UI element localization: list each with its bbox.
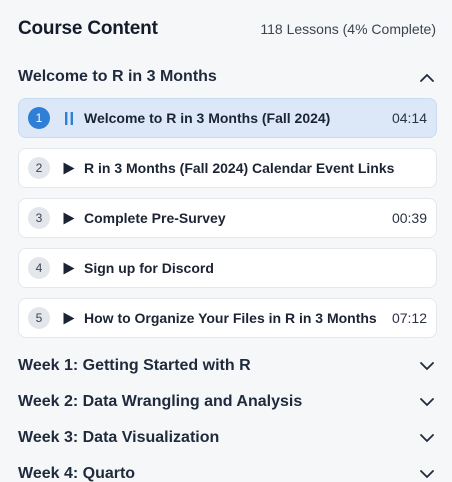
panel-header: Course Content 118 Lessons (4% Complete) (18, 0, 437, 60)
lesson-title: R in 3 Months (Fall 2024) Calendar Event… (84, 160, 395, 176)
play-icon[interactable] (62, 311, 76, 325)
chevron-down-icon[interactable] (419, 466, 435, 482)
lesson-number: 3 (28, 207, 50, 229)
lesson-number: 2 (28, 157, 50, 179)
section-title: Week 4: Quarto (18, 465, 136, 482)
section-header-week-1[interactable]: Week 1: Getting Started with R (18, 348, 437, 384)
section-header-welcome[interactable]: Welcome to R in 3 Months (18, 60, 437, 94)
play-icon[interactable] (62, 161, 76, 175)
lesson-duration: 00:39 (391, 210, 427, 226)
chevron-down-icon[interactable] (419, 394, 435, 410)
section-list: Week 1: Getting Started with R Week 2: D… (18, 348, 437, 482)
lesson-item[interactable]: 2 R in 3 Months (Fall 2024) Calendar Eve… (18, 148, 437, 188)
section-title: Week 2: Data Wrangling and Analysis (18, 393, 303, 410)
lesson-title: How to Organize Your Files in R in 3 Mon… (84, 310, 377, 326)
section-header-week-3[interactable]: Week 3: Data Visualization (18, 420, 437, 456)
lesson-duration: 07:12 (391, 310, 427, 326)
chevron-down-icon[interactable] (419, 430, 435, 446)
section-title: Welcome to R in 3 Months (18, 68, 217, 85)
lesson-item[interactable]: 5 How to Organize Your Files in R in 3 M… (18, 298, 437, 338)
lesson-duration: 04:14 (391, 110, 427, 126)
lesson-title: Complete Pre-Survey (84, 210, 226, 226)
section-title: Week 1: Getting Started with R (18, 357, 251, 374)
lesson-title: Welcome to R in 3 Months (Fall 2024) (84, 110, 331, 126)
lesson-number: 1 (28, 107, 50, 129)
lesson-list: 1 Welcome to R in 3 Months (Fall 2024) 0… (18, 98, 437, 338)
lesson-title: Sign up for Discord (84, 260, 214, 276)
panel-title: Course Content (18, 18, 158, 39)
course-content-panel: Course Content 118 Lessons (4% Complete)… (0, 0, 452, 482)
chevron-down-icon[interactable] (419, 358, 435, 374)
section-header-week-2[interactable]: Week 2: Data Wrangling and Analysis (18, 384, 437, 420)
chevron-up-icon[interactable] (419, 69, 435, 85)
section-title: Week 3: Data Visualization (18, 429, 220, 446)
pause-icon[interactable] (62, 111, 76, 125)
lesson-number: 5 (28, 307, 50, 329)
lesson-item[interactable]: 3 Complete Pre-Survey 00:39 (18, 198, 437, 238)
play-icon[interactable] (62, 261, 76, 275)
course-progress: 118 Lessons (4% Complete) (260, 21, 436, 37)
section-header-week-4[interactable]: Week 4: Quarto (18, 456, 437, 482)
lesson-number: 4 (28, 257, 50, 279)
play-icon[interactable] (62, 211, 76, 225)
lesson-item[interactable]: 1 Welcome to R in 3 Months (Fall 2024) 0… (18, 98, 437, 138)
lesson-item[interactable]: 4 Sign up for Discord (18, 248, 437, 288)
